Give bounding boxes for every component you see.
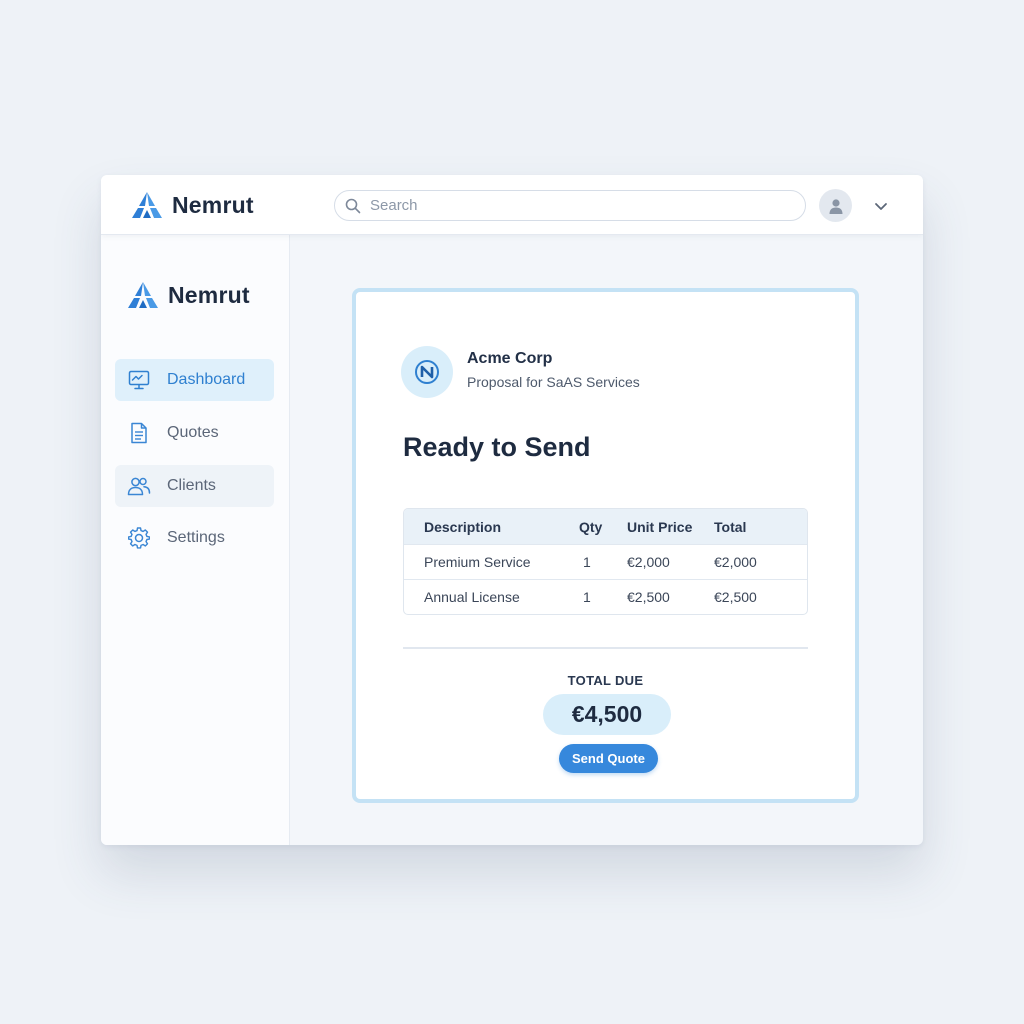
search-input[interactable]	[370, 197, 770, 214]
column-header-total: Total	[714, 518, 747, 535]
divider	[403, 647, 808, 649]
sidebar-brand-name: Nemrut	[168, 281, 250, 308]
line-items-table: Description Qty Unit Price Total Premium…	[403, 508, 808, 615]
avatar[interactable]	[819, 189, 852, 222]
sidebar: Nemrut Dashboard Quotes Clients Settings	[101, 235, 290, 845]
users-icon	[127, 476, 151, 496]
status-title: Ready to Send	[403, 432, 591, 462]
sidebar-item-label: Clients	[167, 477, 216, 494]
user-icon	[829, 198, 842, 214]
table-header-row: Description Qty Unit Price Total	[404, 509, 807, 544]
search-bar[interactable]	[334, 190, 806, 221]
client-name: Acme Corp	[467, 350, 553, 367]
dashboard-icon	[127, 370, 151, 390]
quote-card: Acme Corp Proposal for SaAS Services Rea…	[352, 288, 859, 803]
column-header-qty: Qty	[579, 518, 603, 535]
brand-name: Nemrut	[172, 191, 254, 218]
client-logo-icon	[415, 360, 439, 384]
sidebar-item-settings[interactable]: Settings	[115, 517, 274, 559]
sidebar-item-quotes[interactable]: Quotes	[115, 412, 274, 454]
table-row: Premium Service 1 €2,000 €2,000	[404, 544, 807, 579]
cell-total: €2,500	[714, 589, 757, 605]
sidebar-item-clients[interactable]: Clients	[115, 465, 274, 507]
top-bar: Nemrut	[101, 175, 923, 235]
cell-description: Annual License	[424, 589, 520, 605]
cell-unit-price: €2,000	[627, 554, 670, 570]
app-window: Nemrut Search Nemrut Dashboard Quotes Cl…	[101, 175, 923, 845]
brand-logo[interactable]: Nemrut	[131, 191, 254, 219]
table-row: Annual License 1 €2,500 €2,500	[404, 579, 807, 614]
nemrut-logo-icon	[127, 281, 159, 309]
nemrut-logo-icon	[131, 191, 163, 219]
cell-qty: 1	[583, 554, 591, 570]
sidebar-item-label: Quotes	[167, 424, 219, 441]
column-header-description: Description	[424, 518, 502, 535]
quote-subtitle: Proposal for SaAS Services	[467, 374, 640, 390]
cell-description: Premium Service	[424, 554, 531, 570]
client-logo	[401, 346, 453, 398]
cell-total: €2,000	[714, 554, 757, 570]
sidebar-item-label: Dashboard	[167, 371, 246, 388]
sidebar-item-dashboard[interactable]: Dashboard	[115, 359, 274, 401]
search-icon	[345, 198, 361, 214]
sidebar-brand[interactable]: Nemrut	[127, 281, 250, 309]
chevron-down-icon[interactable]	[872, 197, 890, 215]
sidebar-item-label: Settings	[167, 529, 225, 546]
send-quote-button[interactable]: Send Quote	[559, 744, 658, 773]
gear-icon	[127, 527, 151, 549]
column-header-unit-price: Unit Price	[627, 518, 693, 535]
document-icon	[127, 422, 151, 444]
total-due-value: €4,500	[543, 694, 671, 735]
cell-qty: 1	[583, 589, 591, 605]
cell-unit-price: €2,500	[627, 589, 670, 605]
total-due-label: TOTAL DUE	[567, 673, 644, 688]
